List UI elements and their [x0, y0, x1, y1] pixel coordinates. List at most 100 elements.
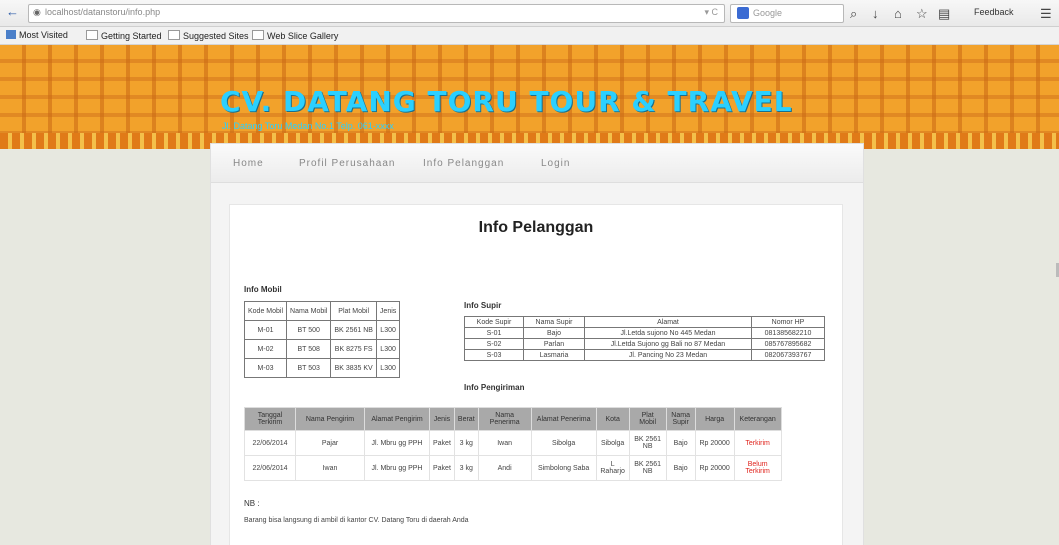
info-pengiriman-label: Info Pengiriman [464, 383, 525, 392]
table-cell: Bajo [523, 327, 585, 339]
site-subtitle: Jl. Datang Toru Medan No.1 Telp. 061-xxx… [222, 121, 394, 131]
table-row: S-01 Bajo Jl.Letda sujono No 445 Medan 0… [464, 327, 825, 339]
bookmark-most-visited[interactable]: Most Visited [6, 30, 68, 40]
table-cell: Bajo [665, 430, 696, 456]
table-cell: 3 kg [453, 455, 479, 481]
bookmark-star-icon[interactable]: ☆ [916, 6, 928, 22]
table-cell: Andi [477, 455, 532, 481]
table-cell: Jl. Pancing No 23 Medan [584, 349, 752, 361]
note-text: Barang bisa langsung di ambil di kantor … [244, 517, 469, 524]
table-header-row: Kode Mobil Nama Mobil Plat Mobil Jenis [243, 301, 401, 321]
table-row: 22/06/2014 Iwan Jl. Mbru gg PPH Paket 3 … [244, 455, 782, 481]
menu-profil-perusahaan[interactable]: Profil Perusahaan [299, 158, 396, 169]
table-cell: S-03 [464, 349, 524, 361]
table-cell: Paket [429, 455, 455, 481]
table-cell: Iwan [295, 455, 365, 481]
table-cell: Paket [429, 430, 455, 456]
column-header: Kode Supir [464, 316, 524, 328]
column-header: Nama Pengirim [295, 407, 365, 431]
table-cell: Jl.Letda sujono No 445 Medan [584, 327, 752, 339]
column-header: Alamat [584, 316, 752, 328]
table-cell: BK 2561 NB [330, 320, 377, 340]
status-cell: Terkirim [733, 430, 782, 456]
table-row: M-03 BT 503 BK 3835 KV L300 [243, 358, 401, 378]
table-header-row: Tanggal Terkirim Nama Pengirim Alamat Pe… [244, 407, 782, 431]
table-cell: BK 8275 FS [330, 339, 377, 359]
column-header: Jenis [429, 407, 455, 431]
table-cell: Iwan [477, 430, 532, 456]
site-banner: CV. DATANG TORU TOUR & TRAVEL Jl. Datang… [0, 45, 1059, 149]
column-header: Plat Mobil [330, 301, 377, 321]
info-pengiriman-table: Tanggal Terkirim Nama Pengirim Alamat Pe… [244, 407, 782, 481]
table-header-row: Kode Supir Nama Supir Alamat Nomor HP [464, 316, 825, 328]
main-container: Home Profil Perusahaan Info Pelanggan Lo… [210, 143, 864, 545]
bookmarks-bar: Most Visited Getting Started Suggested S… [0, 27, 1059, 45]
globe-icon: ◉ [33, 7, 41, 17]
table-cell: BK 3835 KV [330, 358, 377, 378]
table-cell: S-02 [464, 338, 524, 350]
table-cell: 081385682210 [751, 327, 825, 339]
table-row: S-02 Parlan Jl.Letda Sujono gg Bali no 8… [464, 338, 825, 350]
table-row: M-02 BT 508 BK 8275 FS L300 [243, 339, 401, 359]
bookmark-suggested-sites[interactable]: Suggested Sites [168, 30, 249, 41]
table-row: M-01 BT 500 BK 2561 NB L300 [243, 320, 401, 340]
column-header: Berat [453, 407, 479, 431]
table-cell: M-03 [243, 358, 288, 378]
feedback-button[interactable]: Feedback [974, 7, 1014, 17]
folder-icon [86, 30, 98, 40]
home-icon[interactable]: ⌂ [894, 6, 902, 21]
table-cell: 082067393767 [751, 349, 825, 361]
table-cell: Lasmaria [523, 349, 585, 361]
table-cell: M-02 [243, 339, 288, 359]
column-header: Jenis [375, 301, 401, 321]
menu-info-pelanggan[interactable]: Info Pelanggan [423, 158, 504, 169]
table-row: S-03 Lasmaria Jl. Pancing No 23 Medan 08… [464, 349, 825, 361]
table-cell: Jl. Mbru gg PPH [364, 455, 430, 481]
table-cell: Bajo [665, 455, 696, 481]
column-header: Nama Supir [665, 407, 696, 431]
search-box[interactable]: Google [730, 4, 844, 23]
browser-toolbar: ← ◉ localhost/datanstoru/info.php ▾ C Go… [0, 0, 1059, 27]
download-icon[interactable]: ↓ [872, 6, 879, 21]
column-header: Nama Mobil [286, 301, 332, 321]
table-cell: L300 [375, 320, 401, 340]
page-viewport: CV. DATANG TORU TOUR & TRAVEL Jl. Datang… [0, 45, 1059, 545]
menu-home[interactable]: Home [233, 158, 264, 169]
column-header: Harga [694, 407, 735, 431]
table-cell: Parlan [523, 338, 585, 350]
column-header: Plat Mobil [628, 407, 667, 431]
table-cell: Rp 20000 [694, 430, 735, 456]
table-cell: L Raharjo [595, 455, 630, 481]
back-arrow-icon[interactable]: ← [6, 4, 19, 19]
menu-login[interactable]: Login [541, 158, 570, 169]
table-cell: Jl. Mbru gg PPH [364, 430, 430, 456]
menu-icon[interactable]: ☰ [1040, 6, 1052, 22]
note-label: NB : [244, 499, 260, 508]
table-cell: BT 503 [286, 358, 332, 378]
table-cell: L300 [375, 339, 401, 359]
search-icon[interactable]: ⌕ [850, 6, 857, 22]
page-title: Info Pelanggan [478, 219, 594, 236]
bookmark-getting-started[interactable]: Getting Started [86, 30, 162, 41]
table-cell: S-01 [464, 327, 524, 339]
table-cell: 22/06/2014 [244, 455, 296, 481]
info-mobil-table: Kode Mobil Nama Mobil Plat Mobil Jenis M… [243, 301, 401, 378]
table-cell: Sibolga [595, 430, 630, 456]
folder-icon [252, 30, 264, 40]
status-cell: Belum Terkirim [733, 455, 782, 481]
nav-menu: Home Profil Perusahaan Info Pelanggan Lo… [211, 144, 863, 183]
table-cell: Pajar [295, 430, 365, 456]
address-bar[interactable]: ◉ localhost/datanstoru/info.php ▾ C [28, 4, 725, 23]
bookmark-web-slice-gallery[interactable]: Web Slice Gallery [252, 30, 338, 41]
table-cell: M-01 [243, 320, 288, 340]
table-cell: 22/06/2014 [244, 430, 296, 456]
column-header: Nama Penerima [477, 407, 532, 431]
table-cell: L300 [375, 358, 401, 378]
column-header: Alamat Pengirim [364, 407, 430, 431]
library-icon[interactable]: ▤ [938, 6, 950, 22]
content-panel: Info Pelanggan Info Mobil Kode Mobil Nam… [229, 204, 843, 545]
column-header: Kode Mobil [243, 301, 288, 321]
info-mobil-label: Info Mobil [244, 285, 282, 294]
reload-icon[interactable]: ▾ C [704, 7, 718, 18]
folder-icon [168, 30, 180, 40]
